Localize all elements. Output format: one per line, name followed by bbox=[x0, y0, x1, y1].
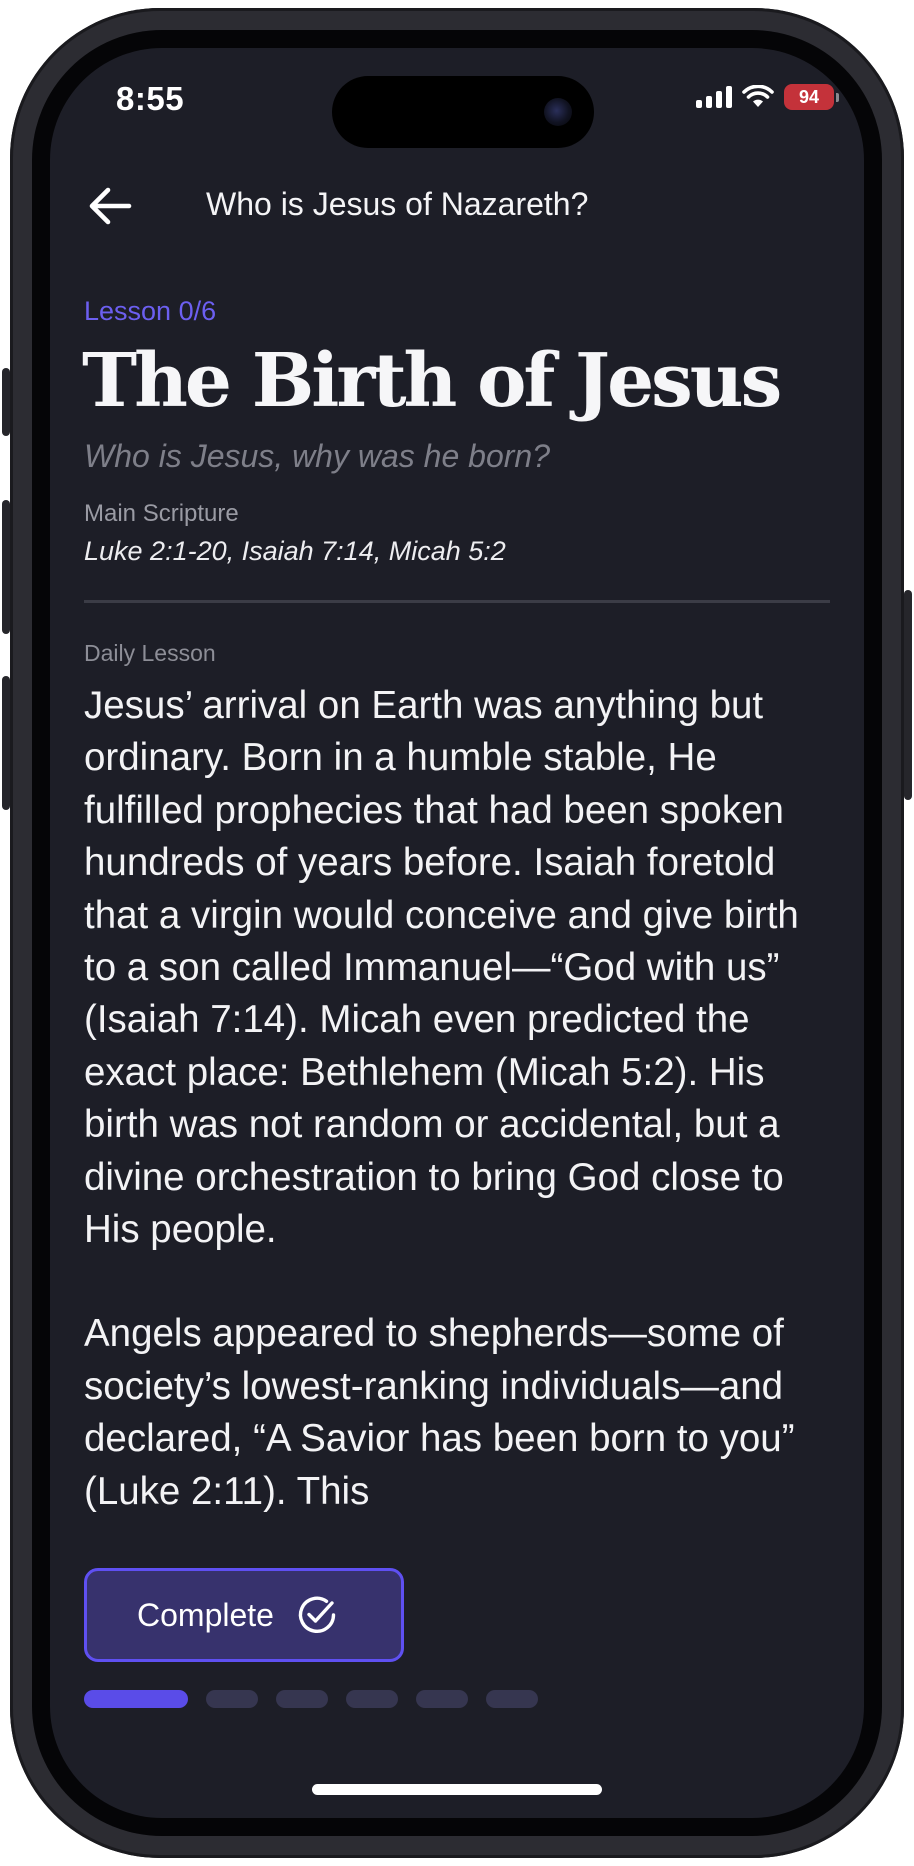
complete-button-label: Complete bbox=[137, 1596, 274, 1633]
progress-segment bbox=[346, 1690, 398, 1708]
volume-down-button bbox=[2, 676, 10, 810]
scripture-references: Luke 2:1-20, Isaiah 7:14, Micah 5:2 bbox=[84, 536, 506, 566]
arrow-left-icon bbox=[89, 187, 132, 225]
app-screen: 8:55 94 Who is Jesus of Nazareth? Lesson… bbox=[50, 48, 864, 1818]
dynamic-island bbox=[332, 76, 594, 148]
action-button bbox=[2, 368, 10, 436]
wifi-icon bbox=[742, 85, 774, 107]
lesson-paragraph: Angels appeared to shepherds—some of soc… bbox=[84, 1312, 795, 1513]
power-button bbox=[904, 590, 912, 800]
lesson-title: The Birth of Jesus bbox=[82, 338, 782, 424]
battery-charging-icon: 94 bbox=[784, 84, 839, 110]
progress-segment bbox=[276, 1690, 328, 1708]
daily-lesson-label: Daily Lesson bbox=[84, 640, 216, 666]
battery-level: 94 bbox=[798, 86, 820, 107]
progress-segment bbox=[84, 1690, 188, 1708]
volume-up-button bbox=[2, 500, 10, 634]
complete-button[interactable]: Complete bbox=[84, 1568, 404, 1662]
lesson-progress-indicator bbox=[84, 1690, 538, 1708]
lesson-subtitle: Who is Jesus, why was he born? bbox=[84, 438, 550, 474]
back-button[interactable] bbox=[82, 178, 138, 234]
home-indicator[interactable] bbox=[312, 1784, 602, 1795]
lesson-progress-label: Lesson 0/6 bbox=[84, 296, 217, 326]
lesson-paragraph: Jesus’ arrival on Earth was anything but… bbox=[84, 684, 799, 1252]
progress-segment bbox=[416, 1690, 468, 1708]
scripture-label: Main Scripture bbox=[84, 500, 239, 527]
section-divider bbox=[84, 600, 830, 603]
check-circle-icon bbox=[296, 1594, 338, 1636]
status-icons: 94 bbox=[696, 84, 839, 110]
progress-segment bbox=[206, 1690, 258, 1708]
status-time: 8:55 bbox=[116, 80, 185, 117]
cellular-signal-icon bbox=[696, 86, 732, 108]
front-camera bbox=[544, 98, 572, 126]
progress-segment bbox=[486, 1690, 538, 1708]
lesson-body[interactable]: Jesus’ arrival on Earth was anything but… bbox=[84, 680, 830, 1592]
header-title: Who is Jesus of Nazareth? bbox=[206, 186, 589, 222]
